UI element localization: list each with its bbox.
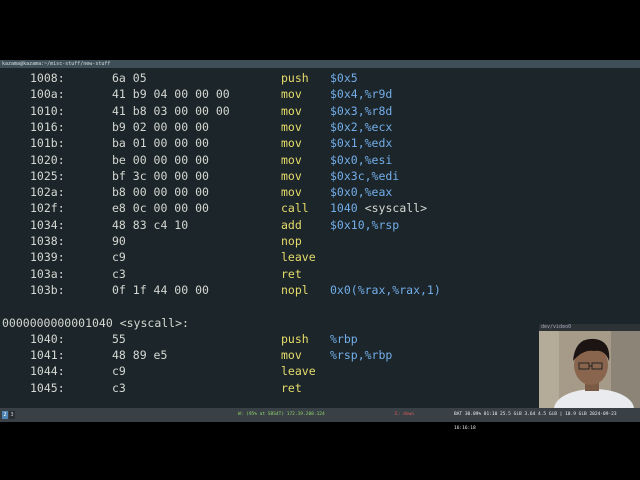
instruction-bytes: 55 (112, 331, 126, 346)
instruction-address: 102f: (30, 201, 65, 216)
function-header: 0000000000001040 <syscall>: (2, 315, 189, 330)
instruction-mnemonic: ret (281, 266, 302, 281)
webcam-person-image (539, 331, 640, 410)
instruction-operand-value: 1040 (330, 201, 358, 216)
status-bar: 2 3 W: (95% at SBS4T) 172.19.208.124 E: … (0, 408, 640, 431)
instruction-mnemonic: mov (281, 103, 302, 118)
instruction-bytes: b9 02 00 00 00 (112, 119, 209, 134)
workspace-button-3[interactable]: 3 (9, 411, 15, 419)
instruction-address: 1045: (30, 380, 65, 395)
instruction-bytes: b8 00 00 00 00 (112, 185, 209, 200)
instruction-address: 102a: (30, 185, 65, 200)
instruction-mnemonic: mov (281, 168, 302, 183)
instruction-mnemonic: mov (281, 87, 302, 102)
instruction-operand: $0x3c,%edi (330, 168, 400, 183)
instruction-address: 1041: (30, 348, 65, 363)
instruction-operand: %rbp (330, 331, 358, 346)
instruction-operand: $0x4,%r9d (330, 87, 393, 102)
instruction-operand: $0x3,%r8d (330, 103, 393, 118)
instruction-mnemonic: nopl (281, 282, 309, 297)
instruction-operand: $0x5 (330, 71, 358, 85)
instruction-bytes: bf 3c 00 00 00 (112, 168, 209, 183)
instruction-address: 1040: (30, 331, 65, 346)
instruction-bytes: be 00 00 00 00 (112, 152, 209, 167)
instruction-address: 1038: (30, 234, 65, 248)
instruction-address: 1010: (30, 103, 65, 118)
instruction-mnemonic: add (281, 217, 302, 232)
instruction-operand: %rsp,%rbp (330, 348, 393, 363)
instruction-mnemonic: mov (281, 136, 302, 151)
instruction-bytes: 48 89 e5 (112, 348, 168, 363)
instruction-operand: $0x2,%ecx (330, 119, 393, 134)
instruction-address: 1039: (30, 250, 65, 265)
ethernet-status: E: down (395, 412, 414, 417)
instruction-mnemonic: push (281, 331, 309, 346)
instruction-operand: 1040 <syscall> (330, 200, 427, 216)
instruction-address: 1020: (30, 152, 65, 167)
instruction-address: 1016: (30, 119, 65, 134)
instruction-bytes: 0f 1f 44 00 00 (112, 282, 209, 297)
instruction-operand: $0x10,%rsp (330, 217, 400, 232)
instruction-bytes: 48 83 c4 10 (112, 217, 189, 232)
instruction-symbol: <syscall> (364, 201, 428, 216)
instruction-mnemonic: mov (281, 119, 302, 134)
instruction-mnemonic: leave (281, 364, 316, 379)
instruction-mnemonic: push (281, 71, 309, 85)
instruction-mnemonic: mov (281, 348, 302, 363)
instruction-operand: $0x0,%esi (330, 152, 393, 167)
instruction-mnemonic: ret (281, 380, 302, 395)
instruction-address: 1044: (30, 364, 65, 379)
instruction-operand: $0x0,%eax (330, 185, 393, 200)
instruction-bytes: 41 b9 04 00 00 00 (112, 87, 230, 102)
network-status: W: (95% at SBS4T) 172.19.208.124 (238, 412, 325, 417)
instruction-address: 1025: (30, 168, 65, 183)
instruction-address: 103a: (30, 266, 65, 281)
webcam-overlay (539, 331, 640, 410)
instruction-address: 1008: (30, 71, 65, 85)
instruction-mnemonic: mov (281, 185, 302, 200)
instruction-address: 101b: (30, 136, 65, 151)
instruction-bytes: 6a 05 (112, 71, 147, 85)
instruction-bytes: e8 0c 00 00 00 (112, 201, 209, 216)
instruction-operand: 0x0(%rax,%rax,1) (330, 282, 441, 297)
instruction-bytes: c9 (112, 250, 126, 265)
instruction-bytes: c3 (112, 266, 126, 281)
instruction-mnemonic: call (281, 201, 309, 216)
workspace-button-2[interactable]: 2 (2, 411, 8, 419)
window-title: kazama@kazama:~/misc-stuff/new-stuff (2, 61, 111, 67)
terminal-title-bar: kazama@kazama:~/misc-stuff/new-stuff (0, 60, 640, 68)
instruction-operand: $0x1,%edx (330, 136, 393, 151)
instruction-bytes: c3 (112, 380, 126, 395)
instruction-mnemonic: mov (281, 152, 302, 167)
instruction-mnemonic: leave (281, 250, 316, 265)
instruction-bytes: c9 (112, 364, 126, 379)
instruction-bytes: 41 b8 03 00 00 00 (112, 103, 230, 118)
instruction-address: 1034: (30, 217, 65, 232)
instruction-address: 100a: (30, 87, 65, 102)
instruction-mnemonic: nop (281, 234, 302, 248)
instruction-bytes: 90 (112, 234, 126, 248)
instruction-address: 103b: (30, 282, 65, 297)
webcam-label: dev/video0 (539, 324, 640, 331)
system-status: BAT 30.09% 01:10 25.5 GiB 3.64 4.5 GiB |… (454, 412, 617, 431)
instruction-bytes: ba 01 00 00 00 (112, 136, 209, 151)
